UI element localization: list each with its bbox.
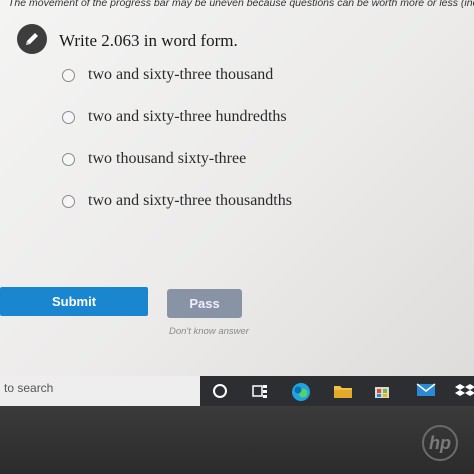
taskbar: to search [0, 376, 474, 406]
radio-button[interactable] [62, 111, 75, 124]
taskbar-search[interactable]: to search [0, 376, 200, 406]
submit-button[interactable]: Submit [0, 287, 148, 316]
radio-button[interactable] [62, 69, 75, 82]
cortana-icon[interactable] [205, 376, 235, 406]
task-view-icon[interactable] [245, 376, 275, 406]
hp-logo: hp [422, 425, 458, 461]
search-text[interactable]: to search [4, 381, 53, 395]
answer-option[interactable]: two and sixty-three thousandths [60, 192, 360, 212]
dropbox-icon[interactable] [449, 376, 474, 406]
answer-option[interactable]: two and sixty-three thousand [60, 66, 360, 86]
answer-option-label[interactable]: two and sixty-three hundredths [88, 108, 287, 126]
pass-caption: Don't know answer [169, 326, 249, 337]
answer-option-label[interactable]: two thousand sixty-three [88, 150, 246, 168]
answer-option-label[interactable]: two and sixty-three thousandths [88, 192, 292, 210]
answer-option[interactable]: two thousand sixty-three [60, 150, 360, 170]
quiz-screen: The movement of the progress bar may be … [0, 0, 474, 376]
answer-option[interactable]: two and sixty-three hundredths [60, 108, 360, 128]
mail-icon[interactable] [410, 376, 440, 406]
radio-button[interactable] [62, 153, 75, 166]
file-explorer-icon[interactable] [327, 376, 357, 406]
radio-button[interactable] [62, 195, 75, 208]
laptop-bezel [0, 406, 474, 474]
question-text: Write 2.063 in word form. [59, 31, 238, 50]
store-icon[interactable] [367, 376, 397, 406]
pass-button[interactable]: Pass [167, 289, 242, 318]
edge-icon[interactable] [285, 376, 315, 406]
answer-option-label[interactable]: two and sixty-three thousand [88, 66, 273, 84]
pencil-icon [17, 24, 47, 54]
progress-notice: The movement of the progress bar may be … [8, 0, 474, 9]
